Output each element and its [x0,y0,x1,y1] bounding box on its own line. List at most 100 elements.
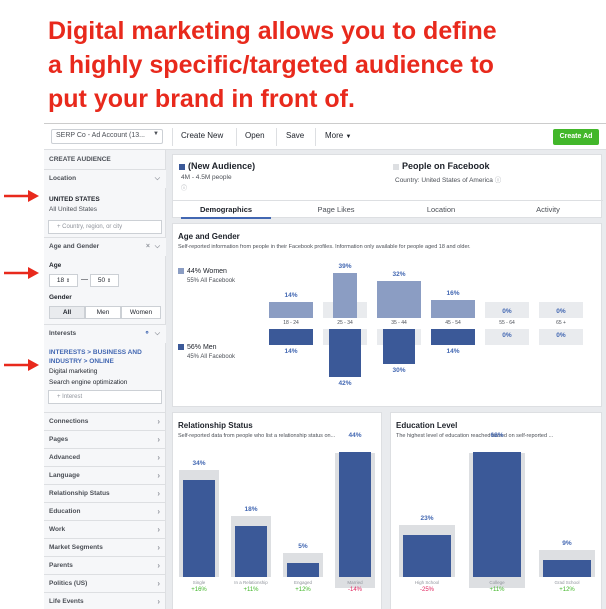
open-button[interactable]: Open [245,131,265,140]
audience-size: 4M - 4.5M people [181,174,232,181]
tab-page-likes[interactable]: Page Likes [286,205,386,214]
sidebar-item-label: Life Events [49,598,84,605]
create-new-button[interactable]: Create New [181,131,223,140]
bar-value-label: 44% [348,432,362,439]
bar [543,560,591,577]
chevron-right-icon: › [157,453,160,462]
relationship-chart: 34% Single +16% 18% In a Relationship +11% 5% E… [173,413,383,609]
age-gender-card: Age and Gender Self-reported information… [172,223,602,407]
create-ad-button[interactable]: Create Ad [553,129,599,145]
age-to-select[interactable]: 50 ⇕ [90,274,119,287]
arrow-icon [4,359,39,371]
sidebar-item-language[interactable]: Language › [44,466,166,484]
location-country: UNITED STATES [49,196,100,203]
arrow-icon [4,267,39,279]
sidebar-item-connections[interactable]: Connections › [44,412,166,430]
sidebar-item-label: Connections [49,418,89,425]
chevron-down-icon: ⌵ [154,175,160,182]
age-to-value: 50 [97,277,106,284]
men-pct-label: 30% [392,366,406,374]
chevron-down-icon: ▼ [153,131,159,137]
location-header[interactable]: Location ⌵ [44,170,166,188]
divider [236,128,237,146]
tab-bar: Demographics Page Likes Location Activit… [173,200,603,219]
age-label: 45 - 54 [445,320,461,326]
bar-value-label: 23% [420,514,434,522]
compare-label: People on Facebook [402,161,490,171]
men-pct-label: 0% [502,332,512,339]
women-pct-label: 32% [392,271,406,279]
tab-demographics[interactable]: Demographics [176,205,276,214]
location-input[interactable]: + Country, region, or city [48,220,162,234]
sidebar-item-politics[interactable]: Politics (US) › [44,574,166,592]
account-selector[interactable]: SERP Co - Ad Account (13... ▼ [51,129,163,144]
chevron-down-icon: ⌵ [154,330,160,337]
interest-path[interactable]: INTERESTS > BUSINESS AND INDUSTRY > ONLI… [49,348,161,366]
women-bar [431,299,475,318]
new-audience-swatch [179,163,185,170]
delta-label: -25% [419,587,434,593]
age-from-select[interactable]: 18 ⇕ [49,274,78,287]
age-from-value: 18 [56,277,65,284]
men-bar [431,329,475,346]
gender-women-button[interactable]: Women [121,306,161,319]
tab-activity[interactable]: Activity [498,205,598,214]
delta-label: +11% [243,587,259,593]
chevron-right-icon: › [157,579,160,588]
bar-value-label: 5% [298,542,308,550]
relationship-status-card: Relationship Status Self-reported data f… [172,412,382,609]
bar [287,562,319,577]
sidebar-item-label: Advanced [49,454,81,461]
age-label: 55 - 64 [499,320,515,326]
gender-men-button[interactable]: Men [85,306,121,319]
gender-label: Gender [49,294,72,301]
headline-line-1: Digital marketing allows you to define [48,17,497,45]
divider [276,128,277,146]
more-label: More [325,131,344,140]
sidebar-item-education[interactable]: Education › [44,502,166,520]
category-label: Married [347,580,363,585]
audience-insights-window: SERP Co - Ad Account (13... ▼ Create New… [44,123,606,609]
stepper-icon: ⇕ [106,278,112,284]
bar [183,480,215,577]
bar [473,452,521,577]
age-gender-section: Age and Gender × ⌵ [44,237,166,256]
sidebar-item-pages[interactable]: Pages › [44,430,166,448]
toolbar: SERP Co - Ad Account (13... ▼ Create New… [44,124,606,150]
chevron-right-icon: › [157,561,160,570]
women-pct-label: 0% [502,308,512,315]
category-label: In a Relationship [234,580,268,585]
tab-location[interactable]: Location [391,205,491,214]
category-label: High School [414,580,440,585]
sidebar-item-work[interactable]: Work › [44,520,166,538]
interests-header[interactable]: Interests ⚬ ⌵ [44,325,166,343]
sidebar-item-market-segments[interactable]: Market Segments › [44,538,166,556]
sidebar-item-advanced[interactable]: Advanced › [44,448,166,466]
headline-line-3: put your brand in front of. [48,85,355,113]
audience-header: (New Audience) 4M - 4.5M people ⓘ People… [172,154,603,219]
sidebar-item-parents[interactable]: Parents › [44,556,166,574]
location-placeholder: Country, region, or city [62,224,123,230]
sidebar-item-relationship-status[interactable]: Relationship Status › [44,484,166,502]
compare-swatch [393,163,399,170]
gender-all-button[interactable]: All [49,306,85,319]
women-bar [269,301,313,318]
age-gender-header[interactable]: Age and Gender × ⌵ [44,238,166,256]
sidebar-item-life-events[interactable]: Life Events › [44,592,166,609]
age-gender-header-label: Age and Gender [49,243,100,250]
location-header-label: Location [49,175,77,182]
more-button[interactable]: More ▼ [325,131,351,140]
save-button[interactable]: Save [286,131,304,140]
interest-input[interactable]: + Interest [48,390,162,404]
close-icon[interactable]: × [146,238,150,256]
sidebar-item-label: Relationship Status [49,490,110,497]
age-label: 18 - 24 [283,320,299,326]
headline: Digital marketing allows you to define a… [48,14,588,116]
location-section: Location ⌵ [44,169,166,188]
chevron-right-icon: › [157,417,160,426]
chevron-right-icon: › [157,597,160,606]
sidebar-item-label: Language [49,472,80,479]
bar-value-label: 18% [244,505,258,513]
category-label: Engaged [293,580,313,585]
age-label: 25 - 34 [337,320,353,326]
